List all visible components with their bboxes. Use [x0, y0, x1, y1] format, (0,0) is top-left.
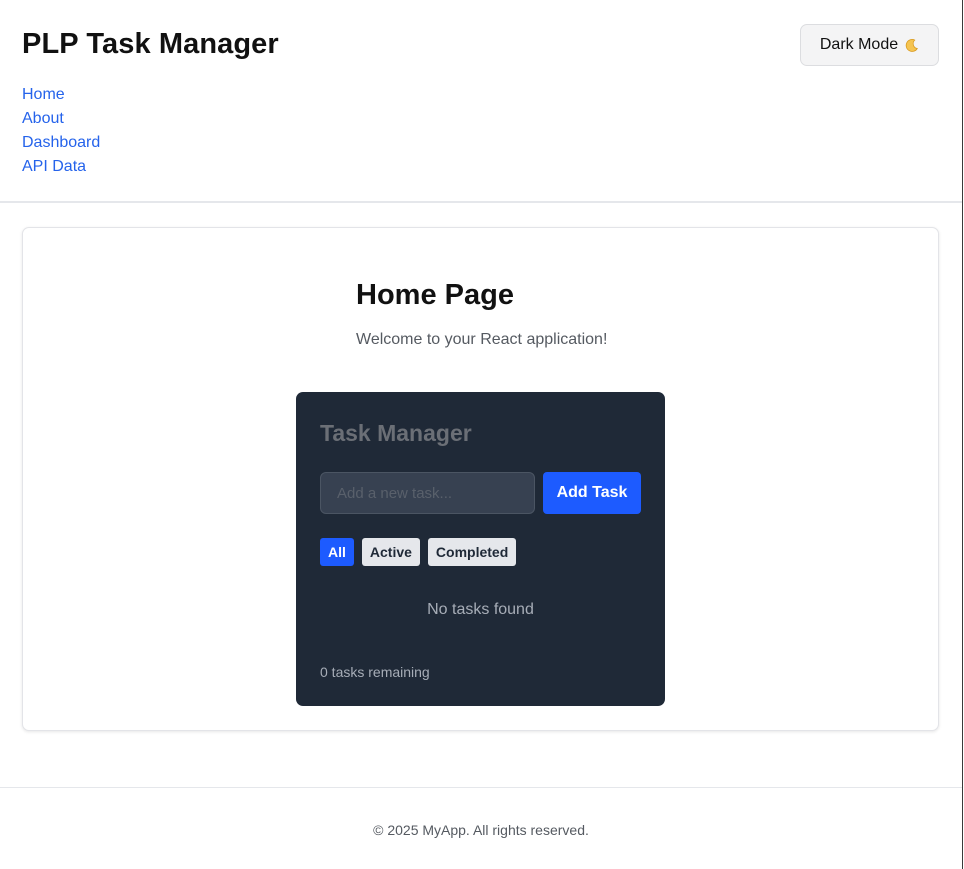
add-task-button[interactable]: Add Task — [543, 472, 641, 514]
page-subtitle: Welcome to your React application! — [356, 331, 608, 348]
nav-link-home[interactable]: Home — [22, 83, 100, 107]
app-title: PLP Task Manager — [22, 28, 279, 60]
main-content-card: Home Page Welcome to your React applicat… — [22, 227, 939, 731]
empty-task-message: No tasks found — [427, 601, 534, 618]
task-manager-panel: Task Manager Add Task All Active Complet… — [296, 392, 665, 706]
moon-icon — [904, 38, 919, 53]
app-footer: © 2025 MyApp. All rights reserved. — [0, 787, 962, 869]
nav-link-api-data[interactable]: API Data — [22, 155, 100, 179]
dark-mode-label: Dark Mode — [819, 36, 899, 53]
new-task-input[interactable] — [320, 472, 535, 514]
app-header: PLP Task Manager Home About Dashboard AP… — [0, 0, 962, 203]
page: PLP Task Manager Home About Dashboard AP… — [0, 0, 963, 869]
copyright-text: © 2025 MyApp. All rights reserved. — [373, 822, 589, 838]
filter-active-button[interactable]: Active — [361, 538, 420, 566]
nav-link-about[interactable]: About — [22, 107, 100, 131]
task-manager-title: Task Manager — [320, 420, 472, 446]
filter-all-button[interactable]: All — [320, 538, 354, 566]
tasks-remaining-count: 0 tasks remaining — [320, 664, 430, 680]
dark-mode-toggle-button[interactable]: Dark Mode — [800, 24, 939, 66]
filter-completed-button[interactable]: Completed — [427, 538, 517, 566]
nav-link-dashboard[interactable]: Dashboard — [22, 131, 100, 155]
main-nav: Home About Dashboard API Data — [22, 83, 100, 179]
task-filter-group: All Active Completed — [320, 538, 517, 566]
page-heading: Home Page — [356, 279, 514, 311]
